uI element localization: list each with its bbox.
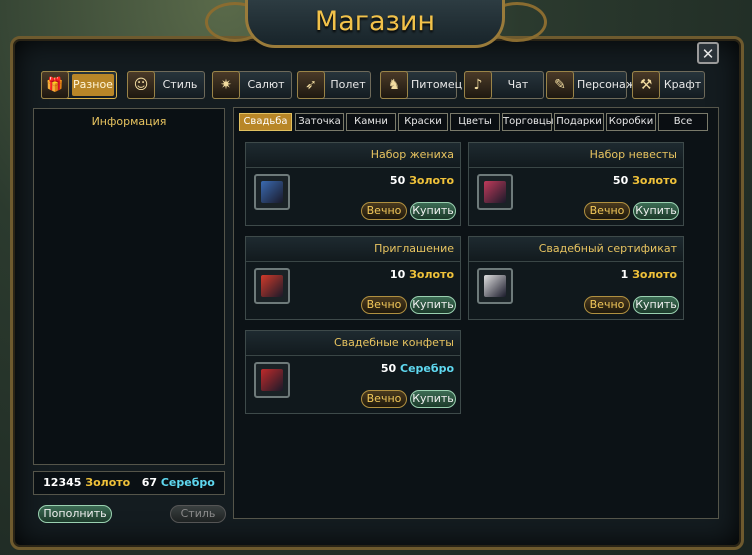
item-price: 50 Золото [613,174,677,187]
subtab-7[interactable]: Коробки [606,113,656,131]
item-name: Свадебный сертификат [538,242,677,255]
buy-button[interactable]: Купить [410,390,456,408]
category-label: Полет [330,78,366,91]
item-header: Свадебный сертификат [469,237,683,262]
close-icon: ✕ [701,45,715,63]
scroll-icon: ✎ [546,71,574,99]
shop-item: Приглашение 10 Золото Вечно Купить [245,236,461,320]
item-price: 50 Золото [390,174,454,187]
subtab-2[interactable]: Камни [346,113,396,131]
gold-balance-label: Золото [85,476,131,489]
item-slot[interactable] [254,268,290,304]
subtab-8[interactable]: Все [658,113,708,131]
price-currency: Серебро [400,362,454,375]
item-slot[interactable] [254,362,290,398]
item-price: 1 Золото [621,268,677,281]
candy-icon [261,369,283,391]
category-button-3[interactable]: ➶ Полет [297,71,371,99]
shop-item: Свадебный сертификат 1 Золото Вечно Купить [468,236,684,320]
item-header: Свадебные конфеты [246,331,460,356]
gift-icon: 🎁 [41,71,69,99]
buy-button[interactable]: Купить [633,202,679,220]
item-price: 10 Золото [390,268,454,281]
item-name: Приглашение [374,242,454,255]
buy-button[interactable]: Купить [410,296,456,314]
certificate-icon [484,275,506,297]
category-label: Чат [507,78,529,91]
duration-button[interactable]: Вечно [361,390,407,408]
invitation-icon [261,275,283,297]
price-amount: 1 [620,268,629,281]
price-amount: 50 [389,174,406,187]
title-plate: Магазин [245,0,505,48]
subtab-5[interactable]: Торговцы [502,113,554,131]
category-button-7[interactable]: ⚒ Крафт [632,71,705,99]
character-icon: ☺ [127,71,155,99]
price-amount: 50 [612,174,629,187]
item-slot[interactable] [477,174,513,210]
silver-balance-amount: 67 [141,476,158,489]
item-name: Набор невесты [589,148,677,161]
item-name: Набор жениха [370,148,454,161]
buy-button[interactable]: Купить [410,202,456,220]
category-button-5[interactable]: ♪ Чат [464,71,544,99]
buy-button[interactable]: Купить [633,296,679,314]
hammer-icon: ⚒ [632,71,660,99]
subtab-1[interactable]: Заточка [295,113,344,131]
item-header: Набор жениха [246,143,460,168]
item-header: Приглашение [246,237,460,262]
category-label: Питомец [411,78,463,91]
price-currency: Золото [632,268,677,281]
price-currency: Золото [409,268,454,281]
category-label: Салют [247,78,285,91]
window-title: Магазин [314,6,436,37]
balance-bar: 12345 Золото 67 Серебро [33,471,225,495]
info-title: Информация [91,115,167,128]
groom-box-icon [261,181,283,203]
item-slot[interactable] [477,268,513,304]
subtab-3[interactable]: Краски [398,113,448,131]
duration-button[interactable]: Вечно [584,202,630,220]
shop-item: Набор невесты 50 Золото Вечно Купить [468,142,684,226]
category-button-2[interactable]: ✷ Салют [212,71,292,99]
item-name: Свадебные конфеты [333,336,454,349]
style-button[interactable]: Стиль [170,505,226,523]
category-button-4[interactable]: ♞ Питомец [380,71,463,99]
category-label: Крафт [663,78,702,91]
duration-button[interactable]: Вечно [361,202,407,220]
shop-item: Набор жениха 50 Золото Вечно Купить [245,142,461,226]
firework-icon: ✷ [212,71,240,99]
gold-balance-amount: 12345 [43,476,82,489]
price-amount: 50 [380,362,397,375]
price-currency: Золото [632,174,677,187]
duration-button[interactable]: Вечно [584,296,630,314]
item-price: 50 Серебро [381,362,454,375]
horn-icon: ♪ [464,71,492,99]
subtab-6[interactable]: Подарки [554,113,604,131]
shop-item: Свадебные конфеты 50 Серебро Вечно Купить [245,330,461,414]
price-amount: 10 [389,268,406,281]
subtab-4[interactable]: Цветы [450,113,500,131]
item-slot[interactable] [254,174,290,210]
category-label: Персонаж [577,78,636,91]
category-button-0[interactable]: 🎁 Разное [41,71,117,99]
category-button-1[interactable]: ☺ Стиль [127,71,205,99]
bride-box-icon [484,181,506,203]
category-label: Разное [72,74,114,96]
category-label: Стиль [162,78,198,91]
topup-button[interactable]: Пополнить [38,505,112,523]
silver-balance-label: Серебро [160,476,215,489]
subtab-0[interactable]: Свадьба [239,113,292,131]
price-currency: Золото [409,174,454,187]
category-button-6[interactable]: ✎ Персонаж [546,71,636,99]
wing-icon: ➶ [297,71,325,99]
duration-button[interactable]: Вечно [361,296,407,314]
horse-icon: ♞ [380,71,408,99]
close-button[interactable]: ✕ [697,42,719,64]
info-panel: Информация [33,108,225,465]
item-header: Набор невесты [469,143,683,168]
